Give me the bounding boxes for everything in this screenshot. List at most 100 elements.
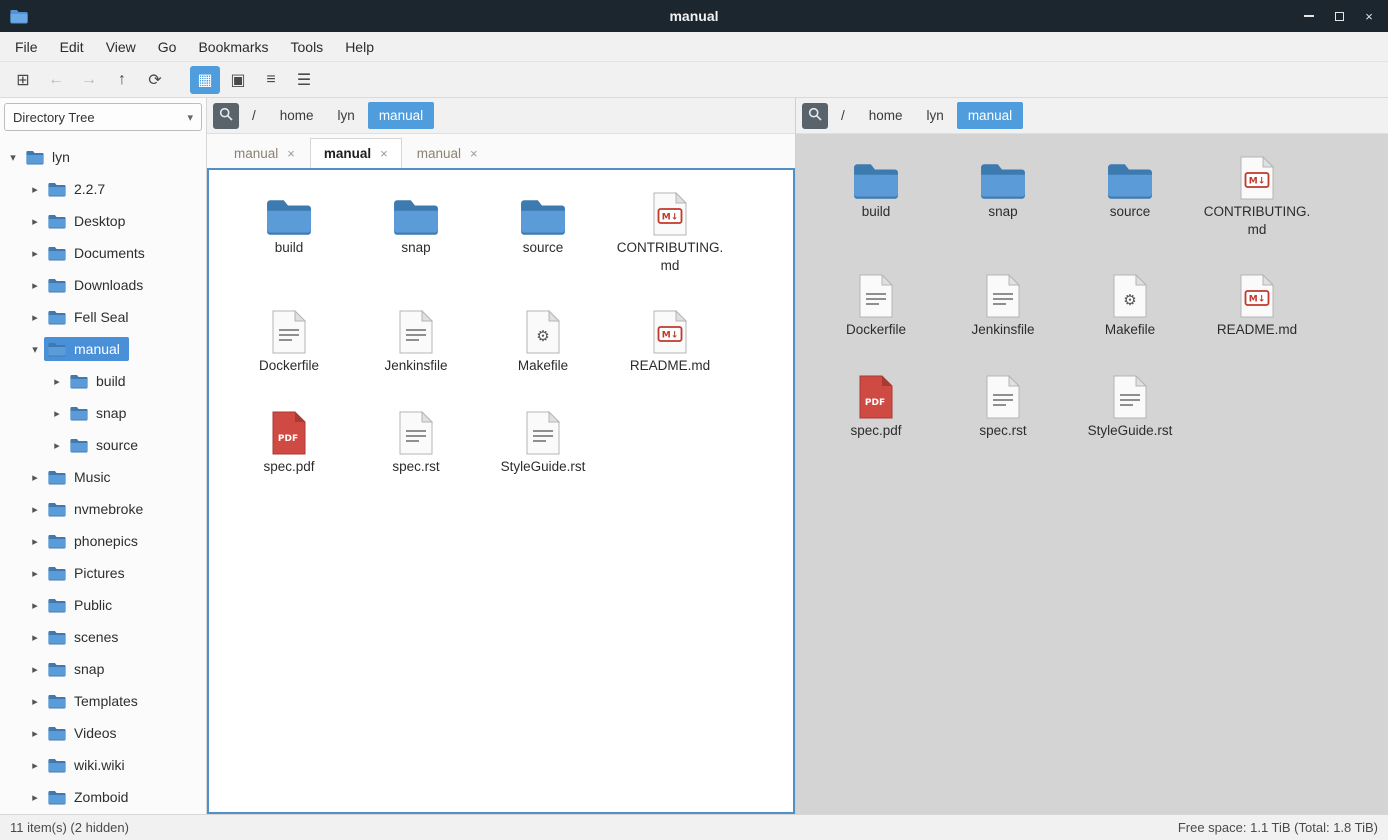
- tree-item-templates[interactable]: ▸Templates: [0, 685, 206, 717]
- expander-closed-icon[interactable]: ▸: [26, 567, 44, 580]
- detailed-list-view-button[interactable]: ☰: [289, 66, 319, 94]
- expander-closed-icon[interactable]: ▸: [48, 375, 66, 388]
- expander-closed-icon[interactable]: ▸: [48, 407, 66, 420]
- right-breadcrumb-manual[interactable]: manual: [957, 102, 1023, 129]
- left-file-dockerfile[interactable]: Dockerfile: [229, 302, 349, 375]
- tab-close-icon[interactable]: ×: [380, 146, 388, 161]
- right-file-snap[interactable]: snap: [943, 148, 1063, 221]
- right-file-styleguide-rst[interactable]: StyleGuide.rst: [1070, 367, 1190, 440]
- tree-item-manual[interactable]: ▾manual: [0, 333, 206, 365]
- reload-button[interactable]: ⟳: [140, 66, 170, 94]
- tree-item-music[interactable]: ▸Music: [0, 461, 206, 493]
- tree-item-source[interactable]: ▸source: [0, 429, 206, 461]
- expander-closed-icon[interactable]: ▸: [26, 503, 44, 516]
- up-button[interactable]: ↑: [107, 66, 137, 94]
- tree-item-downloads[interactable]: ▸Downloads: [0, 269, 206, 301]
- tab-manual-1[interactable]: manual×: [221, 138, 308, 168]
- left-breadcrumb-root[interactable]: /: [241, 102, 267, 129]
- expander-closed-icon[interactable]: ▸: [26, 183, 44, 196]
- right-path-search-button[interactable]: [802, 103, 828, 129]
- expander-closed-icon[interactable]: ▸: [26, 599, 44, 612]
- tree-item-public[interactable]: ▸Public: [0, 589, 206, 621]
- tree-item-desktop[interactable]: ▸Desktop: [0, 205, 206, 237]
- expander-open-icon[interactable]: ▾: [26, 343, 44, 356]
- right-file-spec-rst[interactable]: spec.rst: [943, 367, 1063, 440]
- close-button[interactable]: ×: [1354, 0, 1384, 32]
- right-file-build[interactable]: build: [816, 148, 936, 221]
- menu-help[interactable]: Help: [334, 34, 385, 60]
- tab-manual-3[interactable]: manual×: [404, 138, 491, 168]
- menu-tools[interactable]: Tools: [280, 34, 335, 60]
- left-file-spec-rst[interactable]: spec.rst: [356, 403, 476, 476]
- tree-item-nvmebroke[interactable]: ▸nvmebroke: [0, 493, 206, 525]
- sidebar-mode-select[interactable]: Directory Tree ▾: [4, 103, 202, 131]
- tree-item-fell-seal[interactable]: ▸Fell Seal: [0, 301, 206, 333]
- expander-closed-icon[interactable]: ▸: [26, 215, 44, 228]
- tree-item-2-2-7[interactable]: ▸2.2.7: [0, 173, 206, 205]
- left-file-source[interactable]: source: [483, 184, 603, 257]
- expander-closed-icon[interactable]: ▸: [48, 439, 66, 452]
- tab-close-icon[interactable]: ×: [287, 146, 295, 161]
- left-path-search-button[interactable]: [213, 103, 239, 129]
- right-breadcrumb-home[interactable]: home: [858, 102, 914, 129]
- left-file-styleguide-rst[interactable]: StyleGuide.rst: [483, 403, 603, 476]
- expander-open-icon[interactable]: ▾: [4, 151, 22, 164]
- icon-view-button[interactable]: ▦: [190, 66, 220, 94]
- expander-closed-icon[interactable]: ▸: [26, 631, 44, 644]
- expander-closed-icon[interactable]: ▸: [26, 247, 44, 260]
- right-file-source[interactable]: source: [1070, 148, 1190, 221]
- tab-manual-2[interactable]: manual×: [310, 138, 402, 168]
- menu-go[interactable]: Go: [147, 34, 188, 60]
- left-file-readme-md[interactable]: M↓README.md: [610, 302, 730, 375]
- left-breadcrumb-lyn[interactable]: lyn: [327, 102, 366, 129]
- expander-closed-icon[interactable]: ▸: [26, 695, 44, 708]
- tree-item-snap[interactable]: ▸snap: [0, 653, 206, 685]
- tree-item-snap[interactable]: ▸snap: [0, 397, 206, 429]
- menu-file[interactable]: File: [4, 34, 49, 60]
- left-file-snap[interactable]: snap: [356, 184, 476, 257]
- expander-closed-icon[interactable]: ▸: [26, 311, 44, 324]
- right-file-contributing-md[interactable]: M↓CONTRIBUTING.md: [1197, 148, 1317, 238]
- left-file-build[interactable]: build: [229, 184, 349, 257]
- left-file-view[interactable]: buildsnapsourceM↓CONTRIBUTING.md Dockerfi…: [207, 168, 795, 814]
- new-tab-button[interactable]: ⊞: [8, 66, 38, 94]
- expander-closed-icon[interactable]: ▸: [26, 759, 44, 772]
- tree-item-documents[interactable]: ▸Documents: [0, 237, 206, 269]
- tree-item-phonepics[interactable]: ▸phonepics: [0, 525, 206, 557]
- right-file-jenkinsfile[interactable]: Jenkinsfile: [943, 266, 1063, 339]
- left-breadcrumb-home[interactable]: home: [269, 102, 325, 129]
- tree-item-wiki-wiki[interactable]: ▸wiki.wiki: [0, 749, 206, 781]
- left-file-makefile[interactable]: ⚙Makefile: [483, 302, 603, 375]
- thumbnail-view-button[interactable]: ▣: [223, 66, 253, 94]
- expander-closed-icon[interactable]: ▸: [26, 663, 44, 676]
- right-file-readme-md[interactable]: M↓README.md: [1197, 266, 1317, 339]
- tree-item-lyn[interactable]: ▾lyn: [0, 141, 206, 173]
- menu-bookmarks[interactable]: Bookmarks: [187, 34, 279, 60]
- tree-item-videos[interactable]: ▸Videos: [0, 717, 206, 749]
- minimize-button[interactable]: [1294, 0, 1324, 32]
- maximize-button[interactable]: [1324, 0, 1354, 32]
- right-file-spec-pdf[interactable]: PDFspec.pdf: [816, 367, 936, 440]
- menu-edit[interactable]: Edit: [49, 34, 95, 60]
- right-file-makefile[interactable]: ⚙Makefile: [1070, 266, 1190, 339]
- tree-item-scenes[interactable]: ▸scenes: [0, 621, 206, 653]
- expander-closed-icon[interactable]: ▸: [26, 727, 44, 740]
- right-breadcrumb-lyn[interactable]: lyn: [916, 102, 955, 129]
- expander-closed-icon[interactable]: ▸: [26, 535, 44, 548]
- left-file-jenkinsfile[interactable]: Jenkinsfile: [356, 302, 476, 375]
- menu-view[interactable]: View: [95, 34, 147, 60]
- right-breadcrumb-root[interactable]: /: [830, 102, 856, 129]
- compact-view-button[interactable]: ≡: [256, 66, 286, 94]
- tree-item-zomboid[interactable]: ▸Zomboid: [0, 781, 206, 813]
- expander-closed-icon[interactable]: ▸: [26, 471, 44, 484]
- left-file-spec-pdf[interactable]: PDFspec.pdf: [229, 403, 349, 476]
- tree-item-pictures[interactable]: ▸Pictures: [0, 557, 206, 589]
- left-breadcrumb-manual[interactable]: manual: [368, 102, 434, 129]
- right-file-dockerfile[interactable]: Dockerfile: [816, 266, 936, 339]
- right-file-view[interactable]: buildsnapsourceM↓CONTRIBUTING.md Dockerfi…: [796, 134, 1388, 814]
- expander-closed-icon[interactable]: ▸: [26, 791, 44, 804]
- left-file-contributing-md[interactable]: M↓CONTRIBUTING.md: [610, 184, 730, 274]
- tree-item-build[interactable]: ▸build: [0, 365, 206, 397]
- expander-closed-icon[interactable]: ▸: [26, 279, 44, 292]
- tab-close-icon[interactable]: ×: [470, 146, 478, 161]
